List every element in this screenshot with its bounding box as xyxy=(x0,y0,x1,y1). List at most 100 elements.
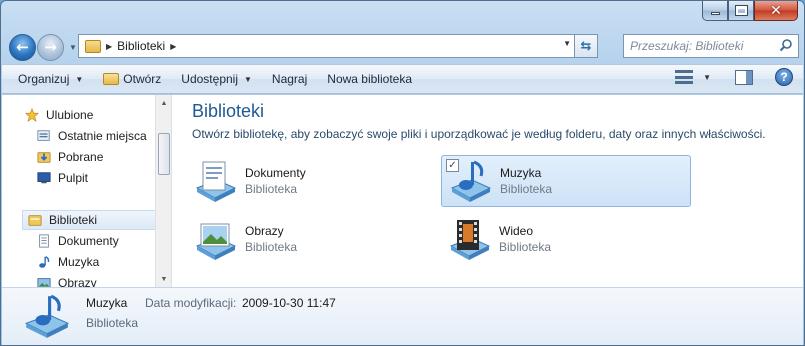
library-name: Wideo xyxy=(499,224,534,238)
sidebar-item-label: Pulpit xyxy=(58,171,89,185)
view-controls: ▼ ? xyxy=(675,68,793,86)
open-label: Otwórz xyxy=(123,72,162,86)
star-icon xyxy=(24,108,40,122)
library-text: Wideo Biblioteka xyxy=(499,224,551,254)
share-button[interactable]: Udostępnij ▼ xyxy=(171,67,262,91)
content-area: Ulubione Ostatnie miejsca Pobrane Pulpit… xyxy=(2,95,803,287)
minimize-button[interactable] xyxy=(702,1,728,21)
details-item-type: Biblioteka xyxy=(86,316,139,330)
library-folder-icon xyxy=(85,39,101,53)
sidebar-item-libraries[interactable]: Biblioteki xyxy=(22,210,158,230)
caption-buttons: ✕ xyxy=(702,1,798,21)
chevron-down-icon: ▼ xyxy=(244,74,252,84)
details-modified-value: 2009-10-30 11:47 xyxy=(242,296,336,310)
documents-library-icon xyxy=(195,161,237,202)
sidebar-item-favorites[interactable]: Ulubione xyxy=(24,105,171,125)
scroll-thumb[interactable] xyxy=(158,133,170,175)
sidebar-item-label: Ulubione xyxy=(46,108,94,122)
videos-library-icon xyxy=(449,220,491,260)
library-type: Biblioteka xyxy=(245,182,298,196)
burn-button[interactable]: Nagraj xyxy=(262,67,317,91)
scroll-down-button[interactable]: ▼ xyxy=(156,271,171,287)
library-text: Muzyka Biblioteka xyxy=(500,166,552,196)
refresh-icon: ⇆ xyxy=(580,38,592,53)
library-type: Biblioteka xyxy=(500,182,553,196)
back-button[interactable]: ← xyxy=(9,33,36,61)
scroll-up-button[interactable]: ▲ xyxy=(156,95,171,111)
details-pane: Muzyka Data modyfikacji: 2009-10-30 11:4… xyxy=(2,287,803,345)
music-library-icon xyxy=(24,294,70,338)
page-description: Otwórz bibliotekę, aby zobaczyć swoje pl… xyxy=(192,127,766,141)
breadcrumb-libraries[interactable]: Biblioteki xyxy=(117,39,165,53)
library-type: Biblioteka xyxy=(499,240,552,254)
maximize-button[interactable] xyxy=(728,1,754,21)
recent-places-icon xyxy=(37,130,50,141)
folder-open-icon xyxy=(103,73,120,85)
sidebar-item-label: Obrazy xyxy=(58,276,97,287)
navigation-bar: ← → ▼ ▶ Biblioteki ▶ ▼ ⇆ xyxy=(9,31,799,63)
preview-pane-icon[interactable] xyxy=(735,69,753,85)
address-bar[interactable]: ▶ Biblioteki ▶ ▼ ⇆ xyxy=(78,34,598,58)
share-label: Udostępnij xyxy=(181,72,238,86)
breadcrumb-chevron-icon[interactable]: ▶ xyxy=(170,42,176,51)
command-bar: Organizuj ▼ Otwórz Udostępnij ▼ Nagraj Now… xyxy=(2,64,803,94)
help-icon[interactable]: ? xyxy=(775,68,793,86)
organize-button[interactable]: Organizuj ▼ xyxy=(8,67,93,91)
burn-label: Nagraj xyxy=(271,72,308,86)
library-name: Dokumenty xyxy=(245,166,306,180)
arrow-right-icon: → xyxy=(44,37,57,56)
minimize-icon xyxy=(710,12,720,15)
close-icon: ✕ xyxy=(770,2,782,19)
arrow-left-icon: ← xyxy=(16,37,29,56)
sidebar-item-label: Ostatnie miejsca xyxy=(58,129,147,143)
library-item-videos[interactable]: Wideo Biblioteka xyxy=(441,213,691,265)
close-button[interactable]: ✕ xyxy=(754,1,798,21)
library-text: Obrazy Biblioteka xyxy=(245,224,297,254)
library-name: Obrazy xyxy=(245,224,284,238)
details-modified-label: Data modyfikacji: xyxy=(145,296,237,310)
library-name: Muzyka xyxy=(500,166,542,180)
pictures-icon xyxy=(37,278,51,287)
new-library-button[interactable]: Nowa biblioteka xyxy=(317,67,422,91)
address-history-dropdown[interactable]: ▼ xyxy=(563,39,571,48)
sidebar-scrollbar[interactable]: ▲ ▼ xyxy=(155,95,171,287)
library-type: Biblioteka xyxy=(245,240,298,254)
sidebar-item-music[interactable]: Muzyka xyxy=(36,252,171,272)
libraries-folder-icon xyxy=(28,215,42,226)
sidebar-item-recent[interactable]: Ostatnie miejsca xyxy=(36,126,171,146)
sidebar-item-label: Pobrane xyxy=(58,150,104,164)
search-input[interactable] xyxy=(630,39,770,53)
page-title: Biblioteki xyxy=(192,101,265,121)
pictures-library-icon xyxy=(195,223,237,260)
maximize-icon xyxy=(734,5,748,16)
refresh-button[interactable]: ⇆ xyxy=(574,34,598,58)
sidebar-item-desktop[interactable]: Pulpit xyxy=(36,168,171,188)
library-item-music[interactable]: ✓ Muzyka Biblioteka xyxy=(441,155,691,207)
music-note-icon xyxy=(39,256,50,268)
sidebar-item-label: Biblioteki xyxy=(49,213,98,227)
sidebar-item-documents[interactable]: Dokumenty xyxy=(36,231,171,251)
library-item-documents[interactable]: Dokumenty Biblioteka xyxy=(187,155,437,207)
explorer-window: ✕ ← → ▼ ▶ Biblioteki ▶ ▼ ⇆ Organizuj ▼ Ot… xyxy=(0,0,805,346)
change-view-icon[interactable] xyxy=(675,70,694,84)
library-text: Dokumenty Biblioteka xyxy=(245,166,306,196)
details-item-name: Muzyka xyxy=(86,296,128,310)
sidebar-item-label: Dokumenty xyxy=(58,234,119,248)
forward-button[interactable]: → xyxy=(37,33,64,61)
organize-label: Organizuj xyxy=(18,72,70,86)
open-button[interactable]: Otwórz xyxy=(93,67,171,91)
view-options-dropdown[interactable]: ▼ xyxy=(703,73,711,82)
libraries-view: Biblioteki Otwórz bibliotekę, aby zobacz… xyxy=(173,95,803,287)
sidebar-item-pictures[interactable]: Obrazy xyxy=(36,273,171,287)
sidebar-item-label: Muzyka xyxy=(58,255,100,269)
desktop-icon xyxy=(37,172,51,184)
selection-checkbox[interactable]: ✓ xyxy=(446,159,459,172)
documents-icon xyxy=(39,234,49,248)
sidebar-item-downloads[interactable]: Pobrane xyxy=(36,147,171,167)
navigation-pane: Ulubione Ostatnie miejsca Pobrane Pulpit… xyxy=(2,95,172,287)
library-item-pictures[interactable]: Obrazy Biblioteka xyxy=(187,213,437,265)
chevron-down-icon: ▼ xyxy=(75,74,84,84)
breadcrumb-chevron-icon[interactable]: ▶ xyxy=(106,42,112,51)
search-icon[interactable] xyxy=(779,38,793,52)
search-box[interactable] xyxy=(623,34,799,58)
